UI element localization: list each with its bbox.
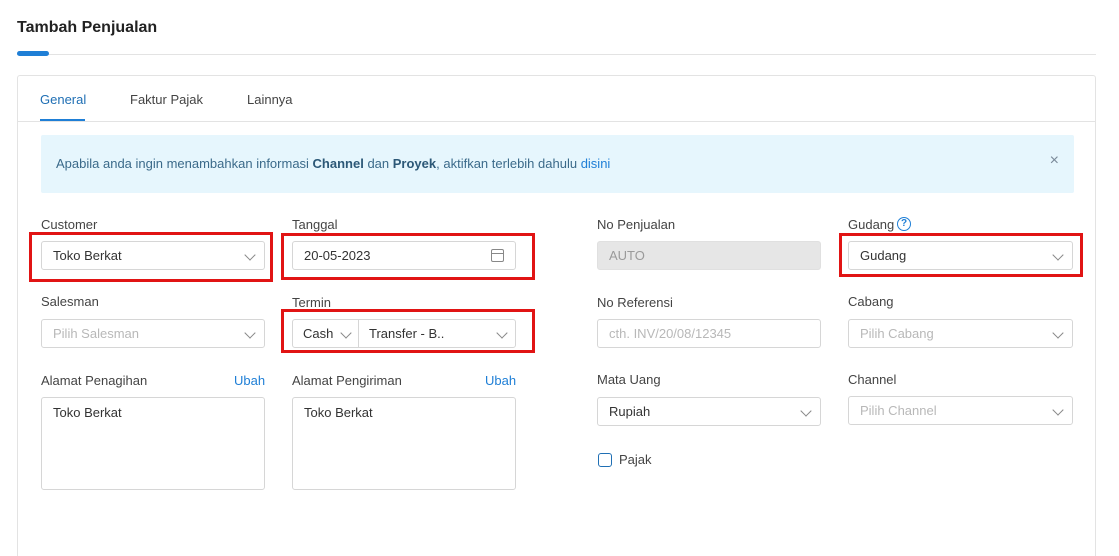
alamat-pengiriman-value: Toko Berkat (304, 405, 373, 420)
cabang-select[interactable]: Pilih Cabang (848, 319, 1073, 348)
chevron-down-icon (244, 249, 256, 261)
alamat-pengiriman-textarea[interactable]: Toko Berkat (292, 397, 516, 490)
alert-proyek-label: Proyek (392, 156, 437, 171)
customer-value: Toko Berkat (53, 248, 122, 263)
info-alert: Apabila anda ingin menambahkan informasi… (41, 135, 1074, 193)
alert-channel-label: Channel (312, 156, 364, 171)
cabang-placeholder: Pilih Cabang (860, 326, 934, 341)
no-penjualan-value: AUTO (609, 248, 645, 263)
calendar-icon (491, 249, 504, 262)
termin-type-value: Cash (303, 326, 334, 341)
alert-text-part: Apabila anda ingin menambahkan informasi (56, 156, 313, 171)
cabang-label: Cabang (848, 294, 894, 309)
salesman-label: Salesman (41, 294, 99, 309)
channel-select[interactable]: Pilih Channel (848, 396, 1073, 425)
alert-activate-link[interactable]: disini (581, 156, 611, 171)
channel-label: Channel (848, 372, 897, 387)
mata-uang-select[interactable]: Rupiah (597, 397, 821, 426)
chevron-down-icon (1052, 249, 1064, 261)
gudang-select[interactable]: Gudang (848, 241, 1073, 270)
salesman-placeholder: Pilih Salesman (53, 326, 139, 341)
title-accent-bar (17, 51, 49, 56)
close-icon[interactable]: × (1050, 152, 1059, 170)
tanggal-label: Tanggal (292, 217, 338, 232)
tanggal-value: 20-05-2023 (304, 248, 371, 263)
pajak-checkbox[interactable] (598, 453, 612, 467)
tab-faktur-pajak[interactable]: Faktur Pajak (130, 92, 203, 107)
alamat-penagihan-value: Toko Berkat (53, 405, 122, 420)
termin-label: Termin (292, 295, 332, 310)
termin-method-value: Transfer - B.. (369, 326, 445, 341)
channel-placeholder: Pilih Channel (860, 403, 937, 418)
termin-type-select[interactable]: Cash (293, 320, 358, 347)
customer-select[interactable]: Toko Berkat (41, 241, 265, 270)
active-tab-indicator (40, 119, 85, 121)
tab-bar: General Faktur Pajak Lainnya (18, 76, 1095, 122)
alamat-penagihan-label: Alamat Penagihan (41, 373, 148, 388)
tab-general[interactable]: General (40, 92, 86, 107)
chevron-down-icon (800, 405, 812, 417)
pajak-label: Pajak (619, 452, 652, 467)
termin-group: Cash Transfer - B.. (292, 319, 516, 348)
chevron-down-icon (1052, 327, 1064, 339)
title-divider (17, 54, 1096, 55)
help-icon[interactable]: ? (897, 217, 911, 231)
ubah-pengiriman-link[interactable]: Ubah (485, 373, 516, 388)
form-card: General Faktur Pajak Lainnya Apabila and… (17, 75, 1096, 556)
mata-uang-value: Rupiah (609, 404, 651, 419)
ubah-penagihan-link[interactable]: Ubah (234, 373, 265, 388)
chevron-down-icon (340, 327, 352, 339)
termin-method-select[interactable]: Transfer - B.. (359, 320, 515, 347)
salesman-select[interactable]: Pilih Salesman (41, 319, 265, 348)
tab-lainnya[interactable]: Lainnya (247, 92, 293, 107)
alert-text-part: dan (363, 156, 393, 171)
gudang-label: Gudang (848, 217, 895, 232)
tanggal-date-input[interactable]: 20-05-2023 (292, 241, 516, 270)
page-title: Tambah Penjualan (17, 19, 158, 36)
no-referensi-placeholder: cth. INV/20/08/12345 (609, 326, 732, 341)
gudang-value: Gudang (860, 248, 907, 263)
chevron-down-icon (1052, 404, 1064, 416)
no-penjualan-label: No Penjualan (597, 217, 676, 232)
mata-uang-label: Mata Uang (597, 372, 661, 387)
no-penjualan-input: AUTO (597, 241, 821, 270)
alert-message: Apabila anda ingin menambahkan informasi… (56, 156, 610, 171)
chevron-down-icon (244, 327, 256, 339)
alamat-pengiriman-label: Alamat Pengiriman (292, 373, 402, 388)
alamat-penagihan-textarea[interactable]: Toko Berkat (41, 397, 265, 490)
chevron-down-icon (496, 327, 508, 339)
no-referensi-label: No Referensi (597, 295, 673, 310)
no-referensi-input[interactable]: cth. INV/20/08/12345 (597, 319, 821, 348)
customer-label: Customer (41, 217, 98, 232)
alert-text-part: , aktifkan terlebih dahulu (436, 156, 581, 171)
